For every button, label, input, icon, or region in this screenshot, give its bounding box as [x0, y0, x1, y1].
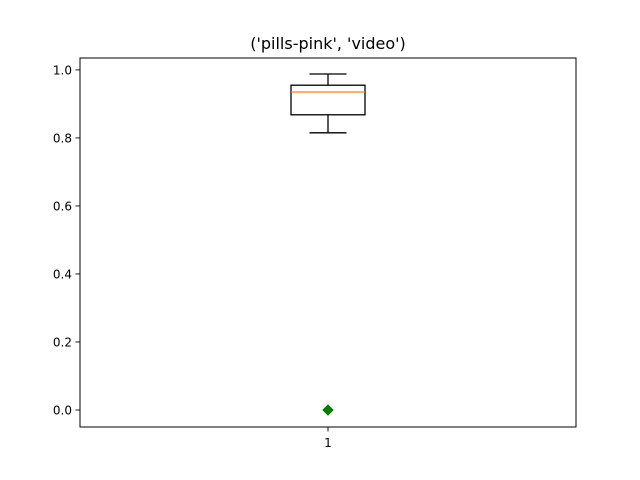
y-tick-label: 0.0 — [53, 403, 72, 417]
y-tick-label: 1.0 — [53, 63, 72, 77]
chart-figure: ('pills-pink', 'video') 1 0.0 0.2 0.4 0.6 0.8… — [0, 0, 640, 480]
y-tick-label: 0.4 — [53, 267, 72, 281]
chart-title: ('pills-pink', 'video') — [250, 34, 406, 53]
y-tick-label: 0.2 — [53, 335, 72, 349]
y-tick-label: 0.8 — [53, 131, 72, 145]
figure-background — [0, 0, 640, 480]
y-tick-label: 0.6 — [53, 199, 72, 213]
x-tick-label: 1 — [324, 436, 332, 450]
